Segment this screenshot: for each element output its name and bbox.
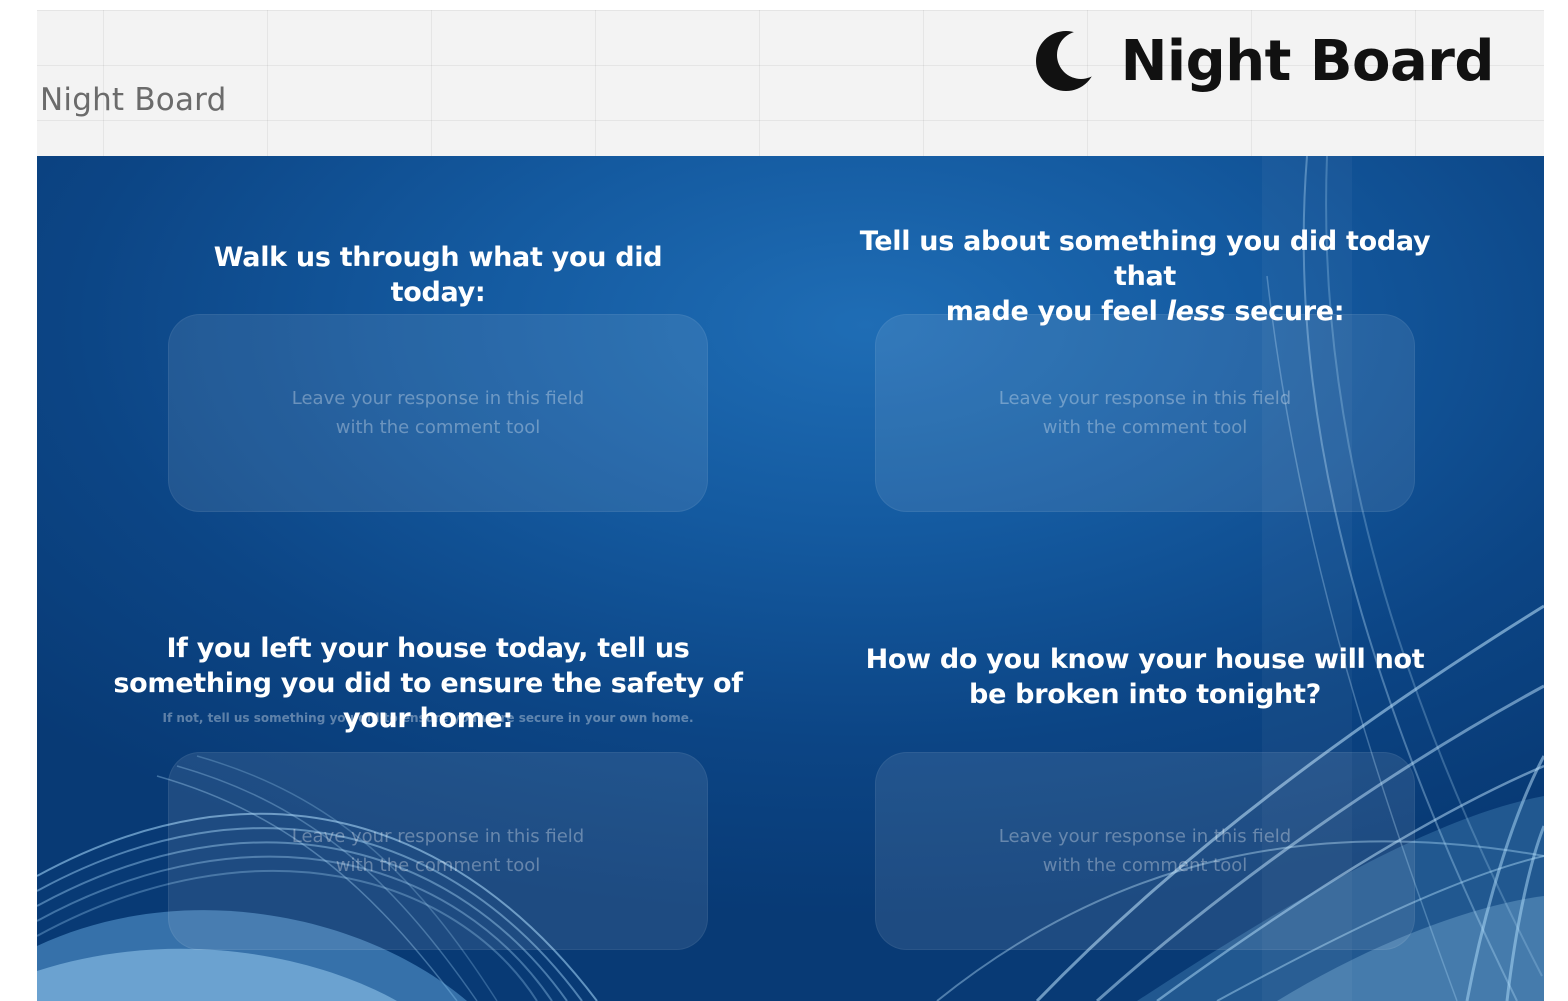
board-title: Night Board xyxy=(40,82,227,118)
question-3-subnote: If not, tell us something you did to ens… xyxy=(162,711,694,725)
question-2-line-1: Tell us about something you did today th… xyxy=(859,226,1431,292)
night-board-canvas: Walk us through what you did today: Leav… xyxy=(37,156,1544,1001)
question-1: Walk us through what you did today: xyxy=(213,242,663,308)
response-field-4[interactable]: Leave your response in this field with t… xyxy=(875,752,1415,950)
response-placeholder: Leave your response in this field with t… xyxy=(998,826,1292,876)
response-placeholder: Leave your response in this field with t… xyxy=(998,388,1292,438)
moon-icon xyxy=(1035,31,1096,91)
response-placeholder: Leave your response in this field with t… xyxy=(291,826,585,876)
response-field-3[interactable]: Leave your response in this field with t… xyxy=(168,752,708,950)
response-field-2[interactable]: Leave your response in this field with t… xyxy=(875,314,1415,512)
question-4: How do you know your house will not be b… xyxy=(865,644,1425,710)
response-placeholder: Leave your response in this field with t… xyxy=(291,388,585,438)
logo-text: Night Board xyxy=(1120,28,1495,94)
logo: Night Board xyxy=(1035,28,1495,94)
response-field-1[interactable]: Leave your response in this field with t… xyxy=(168,314,708,512)
